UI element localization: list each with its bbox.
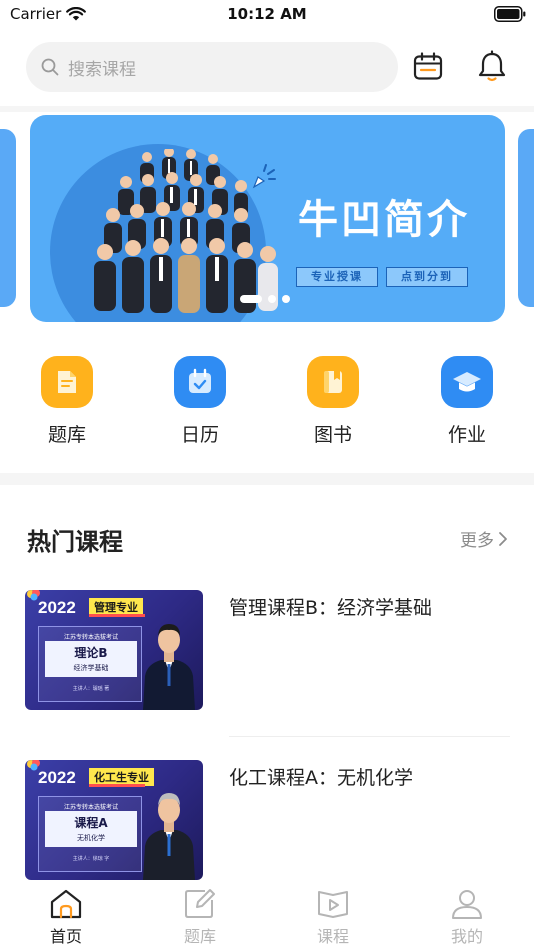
banner-next-peek[interactable]	[518, 129, 534, 307]
edit-icon	[185, 889, 215, 918]
book-icon	[307, 356, 359, 408]
course-thumbnail: 2022 化工生专业 江苏专转本选拔考试 课程A 无机化学 主讲人：徐琼 字	[25, 760, 203, 880]
thumb-accent-bar	[89, 784, 145, 787]
notification-button[interactable]	[474, 48, 510, 86]
status-bar: Carrier 10:12 AM	[0, 0, 534, 30]
tab-label: 首页	[49, 927, 82, 946]
more-link[interactable]: 更多	[460, 526, 508, 551]
document-icon	[41, 356, 93, 408]
more-label: 更多	[460, 531, 494, 551]
thumb-subject: 课程A	[74, 816, 108, 830]
calendar-button[interactable]	[410, 48, 446, 86]
quick-nav-homework[interactable]: 作业	[427, 356, 507, 447]
thumb-subject: 理论B	[74, 646, 108, 660]
thumb-year: 2022	[38, 598, 76, 617]
thumb-teacher: 主讲人：璩瑶 著	[72, 686, 110, 692]
graduation-cap-icon	[441, 356, 493, 408]
tab-courses[interactable]: 课程	[293, 888, 373, 947]
sparkle-decoration	[252, 164, 276, 189]
section-title-hot-courses: 热门课程	[27, 528, 123, 556]
tab-question-bank[interactable]: 题库	[160, 888, 240, 947]
thumb-card: 江苏专转本选拔考试 理论B 经济学基础 主讲人：璩瑶 著	[38, 626, 142, 702]
tab-label: 课程	[316, 927, 349, 946]
search-input[interactable]: 搜索课程	[26, 42, 398, 92]
video-book-icon	[318, 891, 348, 918]
thumb-exam: 江苏专转本选拔考试	[63, 634, 118, 641]
divider	[0, 106, 534, 112]
course-item[interactable]: 2022 管理专业 江苏专转本选拔考试 理论B 经济学基础 主讲人：璩瑶 著 管…	[25, 590, 510, 737]
thumb-panel: 理论B 经济学基础	[45, 641, 137, 677]
divider	[229, 736, 510, 737]
quick-nav-label: 图书	[313, 424, 352, 446]
teacher-photo	[143, 793, 195, 880]
quick-nav-books[interactable]: 图书	[293, 356, 373, 447]
home-icon	[50, 889, 82, 919]
thumb-year: 2022	[38, 768, 76, 787]
tab-bar: 首页 题库 课程 我的	[0, 880, 534, 950]
thumb-subtitle: 无机化学	[77, 834, 105, 842]
teacher-photo	[143, 624, 195, 710]
user-icon	[452, 890, 482, 919]
bell-icon	[478, 50, 506, 82]
chevron-right-icon	[499, 531, 507, 546]
calendar-check-icon	[174, 356, 226, 408]
thumb-panel: 课程A 无机化学	[45, 811, 137, 847]
tab-profile[interactable]: 我的	[427, 888, 507, 947]
quick-nav-label: 题库	[47, 424, 86, 446]
battery-icon	[494, 6, 526, 22]
promo-banner[interactable]: 牛凹简介 专业授课 点到分到	[30, 115, 505, 322]
tab-label: 题库	[183, 927, 216, 946]
carousel-dot	[282, 295, 290, 303]
carousel-dot-active	[240, 295, 262, 303]
status-time: 10:12 AM	[227, 5, 307, 23]
carousel-indicator	[240, 295, 290, 303]
tab-home[interactable]: 首页	[26, 888, 106, 947]
course-title: 化工课程A：无机化学	[229, 767, 413, 789]
quick-nav-calendar[interactable]: 日历	[160, 356, 240, 447]
course-item[interactable]: 2022 化工生专业 江苏专转本选拔考试 课程A 无机化学 主讲人：徐琼 字 化…	[25, 760, 510, 882]
course-thumbnail: 2022 管理专业 江苏专转本选拔考试 理论B 经济学基础 主讲人：璩瑶 著	[25, 590, 203, 710]
thumb-teacher: 主讲人：徐琼 字	[72, 856, 110, 862]
course-title: 管理课程B：经济学基础	[229, 597, 433, 619]
banner-tag-1: 专业授课	[296, 267, 378, 287]
quick-nav-label: 日历	[180, 424, 219, 446]
carousel-dot	[268, 295, 276, 303]
thumb-accent-bar	[89, 614, 145, 617]
tab-label: 我的	[450, 927, 483, 946]
divider	[0, 473, 534, 485]
search-icon	[41, 58, 59, 76]
thumb-subtitle: 经济学基础	[73, 664, 109, 672]
calendar-icon	[413, 52, 443, 80]
quick-nav-label: 作业	[447, 424, 486, 446]
thumb-exam: 江苏专转本选拔考试	[63, 804, 118, 811]
search-placeholder: 搜索课程	[68, 59, 136, 80]
banner-prev-peek[interactable]	[0, 129, 16, 307]
banner-title: 牛凹简介	[298, 197, 470, 243]
banner-tag-2: 点到分到	[386, 267, 468, 287]
quick-nav-question-bank[interactable]: 题库	[27, 356, 107, 447]
thumb-card: 江苏专转本选拔考试 课程A 无机化学 主讲人：徐琼 字	[38, 796, 142, 872]
